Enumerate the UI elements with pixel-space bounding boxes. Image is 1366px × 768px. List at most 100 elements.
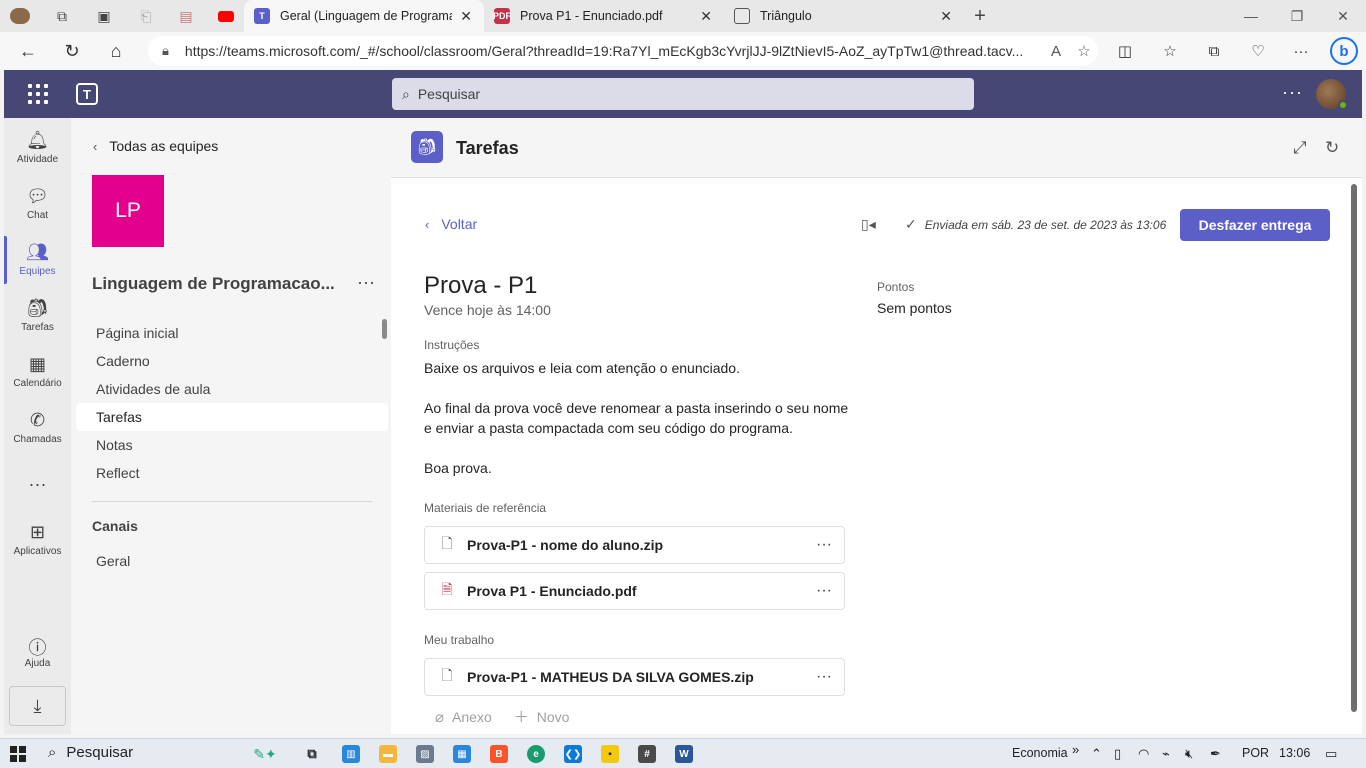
read-aloud-icon[interactable]: A bbox=[1042, 43, 1070, 60]
nav-item-reflect[interactable]: Reflect bbox=[76, 459, 388, 487]
my-work-file-card[interactable]: 🗋 Prova-P1 - MATHEUS DA SILVA GOMES.zip … bbox=[424, 658, 845, 696]
avatar[interactable] bbox=[1316, 79, 1348, 110]
word-icon[interactable]: W bbox=[675, 745, 693, 763]
lock-icon[interactable]: 🔒︎ bbox=[162, 43, 169, 59]
input-language[interactable]: POR bbox=[1242, 746, 1269, 760]
tab-triangulo[interactable]: Triângulo ✕ bbox=[724, 0, 964, 32]
bing-copilot-icon[interactable]: b bbox=[1330, 37, 1358, 65]
task-view-icon[interactable]: ⧉ bbox=[303, 745, 321, 763]
nav-item-caderno[interactable]: Caderno bbox=[76, 347, 388, 375]
home-icon[interactable]: ⌂ bbox=[103, 38, 129, 64]
performance-icon[interactable]: ♡ bbox=[1248, 41, 1268, 61]
chevron-left-icon: ‹ bbox=[93, 138, 98, 154]
file-explorer-icon[interactable]: ▬ bbox=[379, 745, 397, 763]
reference-file-card[interactable]: 🗋 Prova-P1 - nome do aluno.zip ··· bbox=[424, 526, 845, 564]
minimize-icon[interactable]: — bbox=[1228, 0, 1274, 32]
download-icon[interactable]: ⤓ bbox=[9, 686, 66, 726]
nav-item-tarefas[interactable]: Tarefas bbox=[76, 403, 388, 431]
edge-browser-icon[interactable]: e bbox=[527, 745, 545, 763]
new-tab-icon[interactable]: + bbox=[970, 5, 990, 27]
close-tab-icon[interactable]: ✕ bbox=[700, 8, 712, 25]
page-favicon-icon bbox=[734, 8, 750, 24]
panel-scrollbar[interactable] bbox=[382, 319, 387, 339]
back-arrow-icon[interactable]: ← bbox=[15, 38, 41, 64]
refresh-view-icon[interactable]: ↻ bbox=[1325, 138, 1339, 158]
team-more-options-icon[interactable]: ··· bbox=[357, 272, 375, 293]
rail-item-atividade[interactable]: 🔔︎ Atividade bbox=[4, 124, 71, 180]
restore-icon[interactable]: ❐ bbox=[1274, 0, 1320, 32]
clock[interactable]: 13:06 bbox=[1279, 746, 1310, 760]
show-hidden-icons-icon[interactable]: ⌃ bbox=[1091, 746, 1102, 762]
url-field[interactable]: 🔒︎ https://teams.microsoft.com/_#/school… bbox=[148, 36, 1098, 66]
rail-item-calendario[interactable]: ▦ Calendário bbox=[4, 348, 71, 404]
rail-item-ajuda[interactable]: ⓘ Ajuda bbox=[4, 628, 71, 684]
workspaces-icon[interactable]: ⧉ bbox=[52, 6, 72, 26]
youtube-tab-icon[interactable] bbox=[216, 6, 236, 26]
pen-menu-icon[interactable]: ✒ bbox=[1210, 746, 1221, 762]
wifi-icon[interactable]: ◠ bbox=[1138, 746, 1149, 762]
calendar-app-icon[interactable]: ▦ bbox=[453, 745, 471, 763]
search-input[interactable]: ⌕ Pesquisar bbox=[392, 78, 974, 110]
bell-icon: 🔔︎ bbox=[26, 130, 49, 150]
file-name: Prova P1 - Enunciado.pdf bbox=[467, 583, 637, 599]
tab-pdf[interactable]: PDF Prova P1 - Enunciado.pdf ✕ bbox=[484, 0, 724, 32]
settings-more-icon[interactable]: ··· bbox=[1282, 82, 1303, 103]
undo-submission-button[interactable]: Desfazer entrega bbox=[1180, 209, 1330, 241]
battery-saver-icon[interactable]: ▯ bbox=[1114, 746, 1121, 762]
browser-menu-icon[interactable]: ··· bbox=[1291, 41, 1311, 61]
windows-start-icon[interactable] bbox=[10, 746, 26, 762]
sticky-notes-icon[interactable]: ▪ bbox=[601, 745, 619, 763]
more-options-icon[interactable]: ··· bbox=[804, 668, 844, 686]
points-label: Pontos bbox=[877, 280, 915, 294]
new-button[interactable]: Novo bbox=[537, 709, 570, 725]
more-options-icon[interactable]: ··· bbox=[804, 582, 844, 600]
instructions-label: Instruções bbox=[424, 338, 480, 352]
rail-item-tarefas[interactable]: 🎒︎ Tarefas bbox=[4, 292, 71, 348]
close-window-icon[interactable]: ✕ bbox=[1320, 0, 1366, 32]
main-scrollbar[interactable] bbox=[1351, 184, 1357, 712]
expand-icon[interactable]: ⤢ bbox=[1293, 138, 1307, 158]
favorite-star-icon[interactable]: ☆ bbox=[1070, 42, 1098, 60]
battery-icon[interactable]: ⌁ bbox=[1162, 746, 1170, 762]
channel-item-geral[interactable]: Geral bbox=[96, 553, 130, 569]
nav-item-pagina-inicial[interactable]: Página inicial bbox=[76, 319, 388, 347]
immersive-reader-icon[interactable]: ▯◂ bbox=[861, 216, 876, 233]
attach-button[interactable]: Anexo bbox=[452, 709, 492, 725]
back-button[interactable]: ‹ Voltar bbox=[425, 216, 477, 232]
favorites-icon[interactable]: ☆ bbox=[1160, 41, 1180, 61]
tab-actions-icon[interactable]: ▣ bbox=[94, 6, 114, 26]
refresh-icon[interactable]: ↻ bbox=[59, 38, 85, 64]
calculator-icon[interactable]: # bbox=[638, 745, 656, 763]
collections-icon[interactable]: ⧉ bbox=[1204, 41, 1224, 61]
app-launcher-icon[interactable] bbox=[28, 84, 48, 104]
vscode-icon[interactable]: ❮❯ bbox=[564, 745, 582, 763]
close-tab-icon[interactable]: ✕ bbox=[940, 8, 952, 25]
rail-item-equipes[interactable]: 👥︎ Equipes bbox=[4, 236, 71, 292]
volume-muted-icon[interactable]: 🔇︎ bbox=[1185, 746, 1193, 762]
notifications-icon[interactable]: ▭ bbox=[1325, 746, 1337, 762]
weather-widget[interactable]: Economia bbox=[1012, 746, 1068, 760]
windows-taskbar: ⌕ Pesquisar ✎✦ ⧉ ▥ ▬ ▨ ▦ B e ❮❯ ▪ # W Ec… bbox=[0, 738, 1366, 768]
search-highlight-icon[interactable]: ✎✦ bbox=[240, 745, 290, 763]
rail-item-chamadas[interactable]: ✆ Chamadas bbox=[4, 404, 71, 460]
profile-avatar-icon[interactable] bbox=[10, 6, 30, 26]
close-tab-icon[interactable]: ✕ bbox=[460, 8, 472, 25]
nav-item-atividades[interactable]: Atividades de aula bbox=[76, 375, 388, 403]
pinned-tab-icon[interactable]: ⎗ bbox=[136, 6, 156, 26]
rail-item-chat[interactable]: 💬︎ Chat bbox=[4, 180, 71, 236]
rail-item-aplicativos[interactable]: ⊞ Aplicativos bbox=[4, 516, 71, 572]
points-value: Sem pontos bbox=[877, 300, 952, 316]
reference-file-card[interactable]: 🗎 Prova P1 - Enunciado.pdf ··· bbox=[424, 572, 845, 610]
app-header: 🎒︎ Tarefas ⤢ ↻ bbox=[391, 118, 1362, 178]
taskbar-search[interactable]: ⌕ Pesquisar bbox=[48, 744, 133, 761]
overflow-chevron-icon[interactable]: » bbox=[1072, 742, 1079, 757]
photos-app-icon[interactable]: ▨ bbox=[416, 745, 434, 763]
tab-teams[interactable]: T Geral (Linguagem de Programacao ✕ bbox=[244, 0, 484, 32]
nav-item-notas[interactable]: Notas bbox=[76, 431, 388, 459]
brave-browser-icon[interactable]: B bbox=[490, 745, 508, 763]
split-screen-icon[interactable]: ◫ bbox=[1115, 41, 1135, 61]
more-options-icon[interactable]: ··· bbox=[804, 536, 844, 554]
all-teams-link[interactable]: ‹ Todas as equipes bbox=[93, 138, 218, 154]
pinned-pdf-tab-icon[interactable]: ▤ bbox=[176, 6, 196, 26]
widgets-app-icon[interactable]: ▥ bbox=[342, 745, 360, 763]
